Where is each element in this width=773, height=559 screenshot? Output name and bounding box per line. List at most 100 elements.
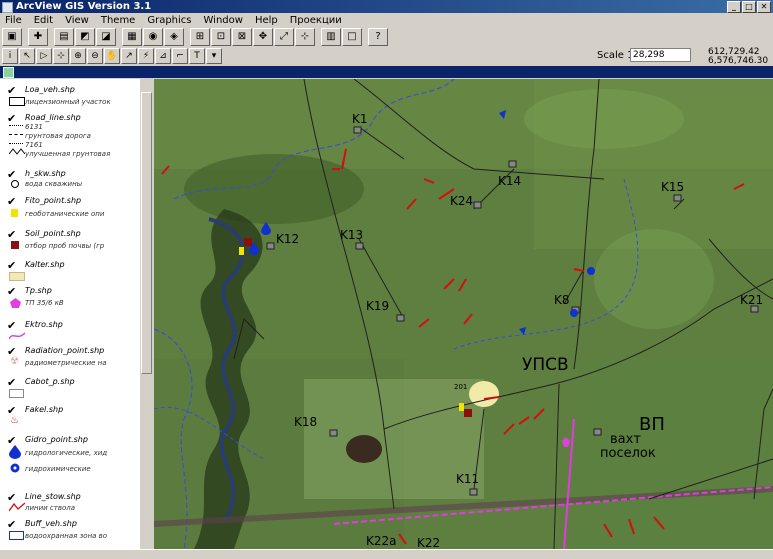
theme-name: Loa_veh.shp — [25, 85, 75, 94]
flame-icon: ♨ — [10, 415, 19, 426]
open-theme-table-button[interactable]: ▦ — [122, 28, 142, 46]
scroll-thumb[interactable] — [141, 92, 152, 374]
map-label: 201 — [454, 383, 467, 391]
legend-label: лицензионный участок — [25, 98, 111, 106]
checkbox[interactable]: ✔ — [7, 519, 16, 530]
edit-legend-button[interactable]: ◩ — [75, 28, 95, 46]
menu-view[interactable]: View — [60, 14, 96, 27]
map-label: K11 — [456, 472, 479, 486]
app-icon — [2, 2, 13, 13]
legend-label: гидрохимические — [25, 465, 91, 473]
legend-label: 6131 — [25, 123, 43, 131]
query-builder-button[interactable]: ⊞ — [190, 28, 210, 46]
map-label: поселок — [600, 446, 656, 461]
hotlink-tool[interactable]: ⚡ — [138, 48, 154, 64]
legend-label: радиометрические на — [25, 359, 107, 367]
menu-file[interactable]: File — [0, 14, 29, 27]
locate-address-button[interactable]: ◈ — [164, 28, 184, 46]
theme-name: h_skw.shp — [25, 169, 66, 178]
legend-label: водоохранная зона во — [25, 532, 108, 540]
save-project-button[interactable]: ▣ — [2, 28, 22, 46]
checkbox[interactable]: ✔ — [7, 260, 16, 271]
add-theme-button[interactable]: ✚ — [28, 28, 48, 46]
line-symbol — [9, 143, 23, 144]
checkbox[interactable]: ✔ — [7, 113, 16, 124]
draw-tool-dropdown[interactable]: ▾ — [206, 48, 222, 64]
label-tool[interactable]: ⊿ — [155, 48, 171, 64]
coord-y: 6,576,746.30 — [708, 56, 769, 66]
identify-tool[interactable]: i — [2, 48, 18, 64]
zoom-full-extent-button[interactable]: ⊡ — [211, 28, 231, 46]
map-label: K18 — [294, 415, 317, 429]
view-icon — [3, 67, 14, 78]
pipeline-symbol — [9, 502, 25, 512]
checkbox[interactable]: ✔ — [7, 229, 16, 240]
scale-input[interactable] — [630, 48, 691, 62]
checkbox[interactable]: ✔ — [7, 377, 16, 388]
menu-window[interactable]: Window — [199, 14, 250, 27]
map-canvas[interactable]: K1 K14 K24 K15 K12 K13 K19 K8 K21 УПСВ В… — [154, 79, 773, 549]
theme-name: Gidro_point.shp — [25, 435, 88, 444]
clear-selection-button[interactable]: □ — [342, 28, 362, 46]
map-label: K12 — [276, 232, 299, 246]
menu-theme[interactable]: Theme — [96, 14, 143, 27]
legend-label: линии ствола — [25, 504, 76, 512]
checkbox[interactable]: ✔ — [7, 85, 16, 96]
map-label: ВП — [639, 414, 665, 435]
legend-label: грунтовая дорога — [25, 132, 91, 140]
pointer-tool[interactable]: ↖ — [19, 48, 35, 64]
theme-name: Fakel.shp — [25, 405, 64, 414]
pan-tool[interactable]: ✋ — [104, 48, 120, 64]
checkbox[interactable]: ✔ — [7, 196, 16, 207]
vertex-edit-tool[interactable]: ▷ — [36, 48, 52, 64]
zoom-in-tool[interactable]: ⊕ — [70, 48, 86, 64]
select-feature-tool[interactable]: ⊹ — [53, 48, 69, 64]
text-tool[interactable]: T — [189, 48, 205, 64]
legend-label: вода скважины — [25, 180, 83, 188]
soil-sample-symbol — [11, 241, 19, 249]
map-display[interactable]: K1 K14 K24 K15 K12 K13 K19 K8 K21 УПСВ В… — [154, 79, 773, 549]
menu-bar: File Edit View Theme Graphics Window Hel… — [0, 14, 773, 27]
substation-symbol — [10, 298, 21, 308]
legend-label: отбор проб почвы (гр — [25, 242, 105, 250]
maximize-button[interactable]: □ — [742, 1, 756, 13]
help-button[interactable]: ? — [368, 28, 388, 46]
zoom-out-button[interactable]: ⊹ — [295, 28, 315, 46]
title-bar: ArcView GIS Version 3.1 _ □ ✕ — [0, 0, 773, 13]
line-symbol — [9, 134, 23, 135]
polygon-symbol — [9, 531, 24, 540]
power-line-symbol — [9, 332, 25, 340]
hydrochem-icon — [10, 463, 20, 473]
map-label: K15 — [661, 180, 684, 194]
theme-name: Road_line.shp — [25, 113, 81, 122]
map-label: K19 — [366, 299, 389, 313]
theme-properties-button[interactable]: ▤ — [54, 28, 74, 46]
legend-label: геоботанические опи — [25, 210, 105, 218]
close-button[interactable]: ✕ — [757, 1, 771, 13]
polygon-symbol — [9, 272, 25, 281]
menu-edit[interactable]: Edit — [29, 14, 60, 27]
checkbox[interactable]: ✔ — [7, 286, 16, 297]
zoom-selected-button[interactable]: ✥ — [253, 28, 273, 46]
menu-projections[interactable]: Проекции — [285, 14, 349, 27]
minimize-button[interactable]: _ — [727, 1, 741, 13]
map-label: K24 — [450, 194, 473, 208]
zoom-out-tool[interactable]: ⊖ — [87, 48, 103, 64]
map-label: K22 — [417, 536, 440, 549]
callout-tool[interactable]: ⌐ — [172, 48, 188, 64]
measure-tool[interactable]: ↗ — [121, 48, 137, 64]
menu-graphics[interactable]: Graphics — [142, 14, 198, 27]
map-label: вахт — [610, 432, 641, 447]
menu-help[interactable]: Help — [250, 14, 285, 27]
tool-bar: i ↖ ▷ ⊹ ⊕ ⊖ ✋ ↗ ⚡ ⊿ ⌐ T ▾ — [2, 48, 223, 64]
legend-editor-button[interactable]: ◪ — [96, 28, 116, 46]
checkbox[interactable]: ✔ — [7, 169, 16, 180]
checkbox[interactable]: ✔ — [7, 320, 16, 331]
select-features-button[interactable]: ▥ — [321, 28, 341, 46]
toc-scrollbar[interactable] — [140, 79, 152, 549]
find-button[interactable]: ◉ — [143, 28, 163, 46]
zoom-active-themes-button[interactable]: ⊠ — [232, 28, 252, 46]
table-of-contents[interactable]: ✔ Loa_veh.shp лицензионный участок ✔ Roa… — [0, 79, 141, 549]
zoom-in-button[interactable]: ⤢ — [274, 28, 294, 46]
polygon-symbol — [9, 389, 24, 398]
